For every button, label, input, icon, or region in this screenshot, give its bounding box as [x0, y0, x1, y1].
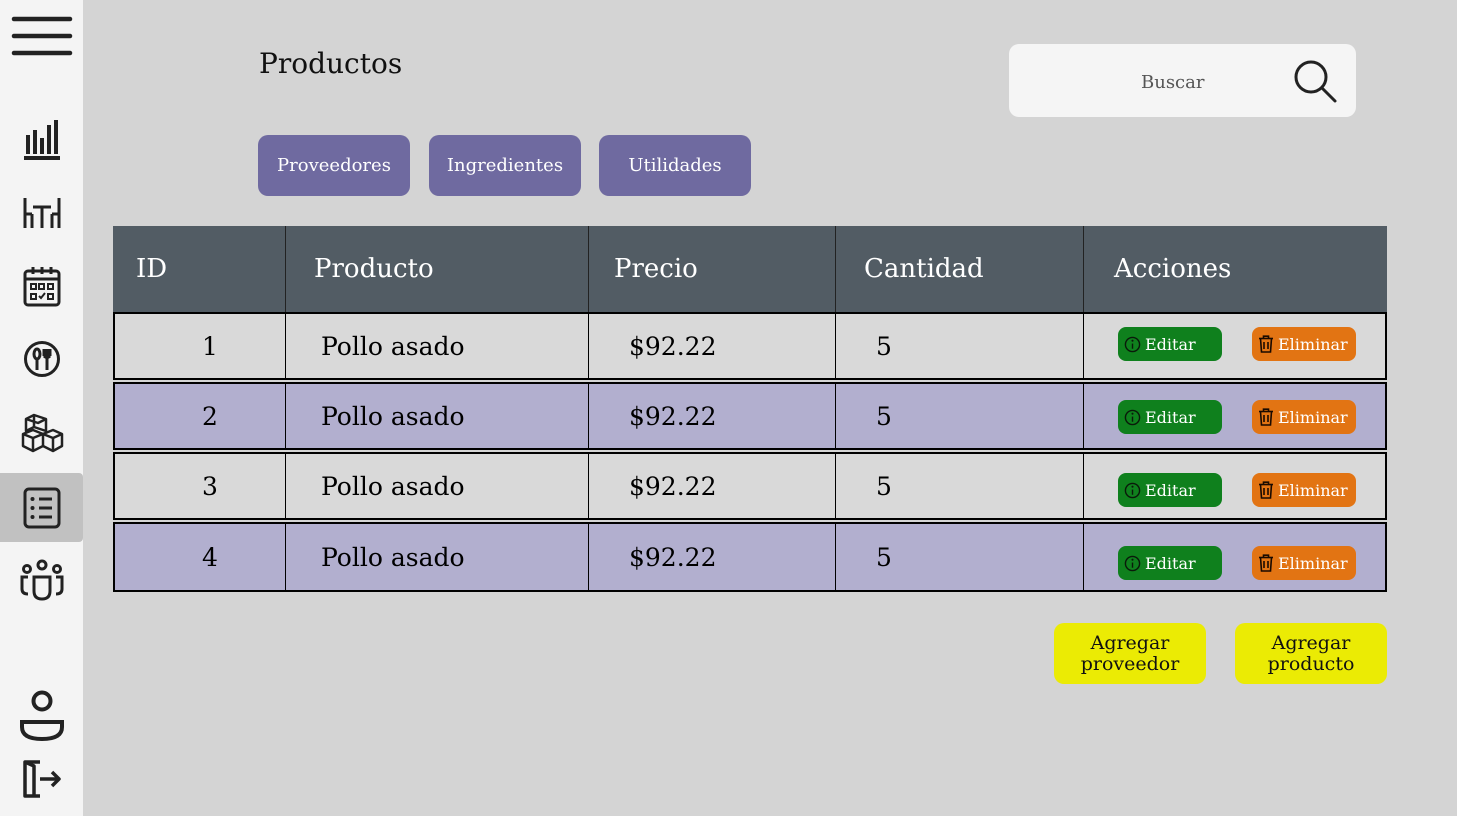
- table-row: 3 Pollo asado $92.22 5 Editar Eliminar: [113, 452, 1387, 520]
- tab-utilidades[interactable]: Utilidades: [599, 135, 751, 196]
- edit-button[interactable]: Editar: [1118, 327, 1222, 361]
- tab-proveedores[interactable]: Proveedores: [258, 135, 410, 196]
- cell-id: 3: [202, 471, 218, 501]
- dishes-icon: [23, 341, 60, 377]
- edit-button[interactable]: Editar: [1118, 400, 1222, 434]
- search-box: [1009, 44, 1356, 117]
- edit-label: Editar: [1145, 407, 1196, 427]
- column-header-cantidad: Cantidad: [864, 254, 984, 284]
- page-title: Productos: [259, 47, 403, 80]
- search-icon[interactable]: [1292, 58, 1338, 104]
- cell-producto: Pollo asado: [321, 542, 465, 572]
- profile-button[interactable]: [0, 688, 83, 744]
- cell-cantidad: 5: [876, 542, 892, 572]
- delete-button[interactable]: Eliminar: [1252, 400, 1356, 434]
- sidebar: [0, 0, 83, 816]
- bar-chart-icon: [23, 120, 60, 160]
- add-product-button[interactable]: Agregar producto: [1235, 623, 1387, 684]
- trash-icon: [1259, 408, 1273, 426]
- product-list-icon: [23, 487, 60, 528]
- column-header-producto: Producto: [314, 254, 434, 284]
- column-header-precio: Precio: [614, 254, 698, 284]
- info-icon: [1124, 482, 1141, 498]
- menu-icon: [11, 16, 72, 56]
- cell-precio: $92.22: [629, 331, 717, 361]
- column-header-id: ID: [136, 254, 168, 284]
- delete-label: Eliminar: [1278, 480, 1348, 500]
- cell-cantidad: 5: [876, 471, 892, 501]
- cell-precio: $92.22: [629, 401, 717, 431]
- trash-icon: [1259, 554, 1273, 572]
- calendar-icon: [23, 267, 60, 307]
- delete-label: Eliminar: [1278, 334, 1348, 354]
- edit-button[interactable]: Editar: [1118, 473, 1222, 507]
- sidebar-item-reports[interactable]: [0, 112, 83, 166]
- delete-label: Eliminar: [1278, 407, 1348, 427]
- sidebar-item-tables[interactable]: [0, 189, 83, 237]
- cell-id: 1: [202, 331, 218, 361]
- cell-id: 2: [202, 401, 218, 431]
- cell-producto: Pollo asado: [321, 401, 465, 431]
- sidebar-item-users[interactable]: [0, 555, 83, 607]
- info-icon: [1124, 555, 1141, 571]
- users-group-icon: [20, 559, 63, 601]
- tab-ingredientes[interactable]: Ingredientes: [429, 135, 581, 196]
- search-input[interactable]: [1139, 66, 1283, 98]
- cell-cantidad: 5: [876, 401, 892, 431]
- edit-label: Editar: [1145, 480, 1196, 500]
- sidebar-item-inventory[interactable]: [0, 408, 83, 460]
- logout-icon: [22, 760, 61, 798]
- table-row: 4 Pollo asado $92.22 5 Editar Eliminar: [113, 522, 1387, 592]
- delete-label: Eliminar: [1278, 553, 1348, 573]
- profile-icon: [19, 690, 64, 742]
- edit-button[interactable]: Editar: [1118, 546, 1222, 580]
- trash-icon: [1259, 481, 1273, 499]
- cell-id: 4: [202, 542, 218, 572]
- cell-precio: $92.22: [629, 542, 717, 572]
- column-header-acciones: Acciones: [1114, 254, 1232, 284]
- edit-label: Editar: [1145, 553, 1196, 573]
- info-icon: [1124, 336, 1141, 352]
- table-row: 2 Pollo asado $92.22 5 Editar Eliminar: [113, 382, 1387, 450]
- edit-label: Editar: [1145, 334, 1196, 354]
- trash-icon: [1259, 335, 1273, 353]
- cell-precio: $92.22: [629, 471, 717, 501]
- sidebar-item-products[interactable]: [0, 473, 83, 542]
- table-row: 1 Pollo asado $92.22 5 Editar Eliminar: [113, 312, 1387, 380]
- cell-cantidad: 5: [876, 331, 892, 361]
- sidebar-item-dishes[interactable]: [0, 334, 83, 384]
- table-header: ID Producto Precio Cantidad Acciones: [113, 226, 1387, 312]
- cell-producto: Pollo asado: [321, 331, 465, 361]
- menu-button[interactable]: [0, 8, 83, 64]
- add-supplier-button[interactable]: Agregar proveedor: [1054, 623, 1206, 684]
- delete-button[interactable]: Eliminar: [1252, 327, 1356, 361]
- inventory-boxes-icon: [21, 413, 63, 453]
- tables-icon: [23, 198, 60, 228]
- logout-button[interactable]: [0, 756, 83, 802]
- sidebar-item-calendar[interactable]: [0, 262, 83, 310]
- products-table: ID Producto Precio Cantidad Acciones 1 P…: [113, 226, 1387, 592]
- delete-button[interactable]: Eliminar: [1252, 473, 1356, 507]
- delete-button[interactable]: Eliminar: [1252, 546, 1356, 580]
- info-icon: [1124, 409, 1141, 425]
- cell-producto: Pollo asado: [321, 471, 465, 501]
